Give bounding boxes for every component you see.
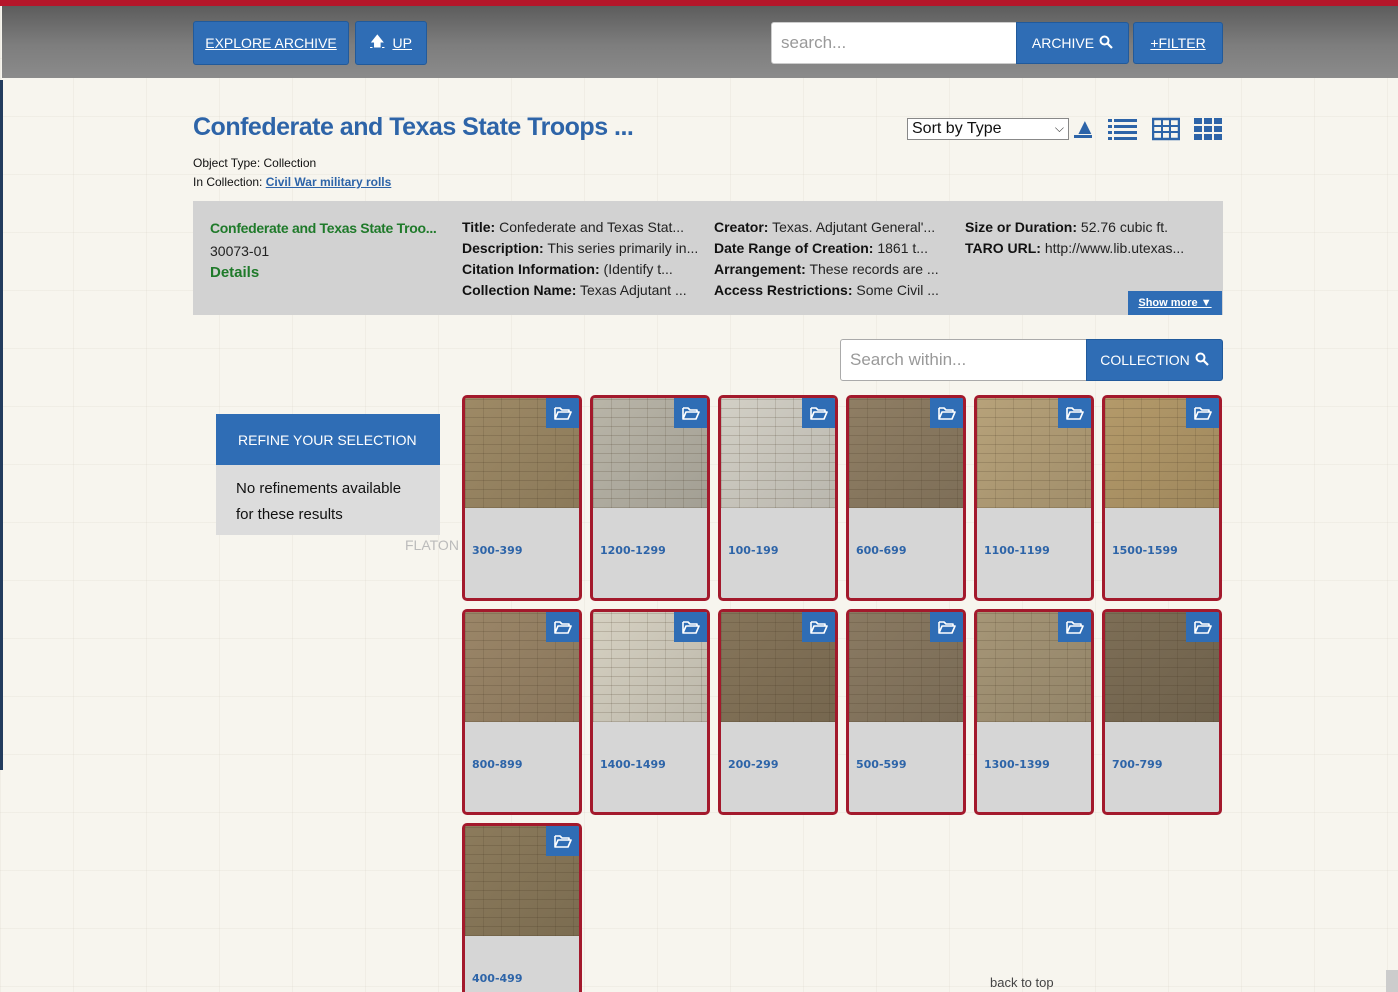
folder-open-icon[interactable] [674,612,707,642]
chevron-down-icon: ⌵ [1054,121,1064,135]
card-label[interactable]: 300-399 [472,544,523,557]
archive-search-button[interactable]: ARCHIVE [1016,22,1129,64]
result-card[interactable]: 400-499 [462,823,582,992]
result-card[interactable]: 600-699 [846,395,966,601]
folder-open-icon[interactable] [1186,612,1219,642]
explore-archive-button[interactable]: EXPLORE ARCHIVE [193,21,349,65]
info-field: Creator: Texas. Adjutant General'... [714,219,936,235]
info-field: Collection Name: Texas Adjutant ... [462,282,687,298]
refine-heading[interactable]: REFINE YOUR SELECTION [216,414,440,465]
details-link[interactable]: Details [210,264,259,281]
in-collection-label: In Collection: [193,175,263,189]
info-field: Access Restrictions: Some Civil ... [714,282,939,298]
folder-open-icon[interactable] [930,398,963,428]
result-card[interactable]: 1500-1599 [1102,395,1222,601]
folder-open-icon[interactable] [802,398,835,428]
search-icon [1099,35,1113,52]
list-view-icon[interactable] [1108,117,1138,141]
sort-select-value: Sort by Type [912,120,1002,137]
result-card[interactable]: 1400-1499 [590,609,710,815]
sort-ascending-icon[interactable]: ▲ [1074,116,1096,138]
card-label[interactable]: 500-599 [856,758,907,771]
refine-message: No refinements available for these resul… [236,480,402,523]
up-label: UP [392,35,412,51]
top-navbar: EXPLORE ARCHIVE 🡅 UP search... ARCHIVE +… [2,4,1398,78]
folder-open-icon[interactable] [674,398,707,428]
card-label[interactable]: 1400-1499 [600,758,666,771]
result-card[interactable]: 1100-1199 [974,395,1094,601]
result-card[interactable]: 1300-1399 [974,609,1094,815]
card-label[interactable]: 100-199 [728,544,779,557]
arrow-up-icon: 🡅 [370,33,385,49]
info-field: Size or Duration: 52.76 cubic ft. [965,219,1169,235]
folder-open-icon[interactable] [546,826,579,856]
show-more-button[interactable]: Show more ▼ [1128,291,1222,315]
card-label[interactable]: 800-899 [472,758,523,771]
folder-open-icon[interactable] [802,612,835,642]
search-icon [1195,352,1209,369]
info-title-link[interactable]: Confederate and Texas State Troo... [210,220,437,236]
card-label[interactable]: 1300-1399 [984,758,1050,771]
folder-open-icon[interactable] [930,612,963,642]
background-watermark: FLATON [405,537,459,553]
info-field: Title: Confederate and Texas Stat... [462,219,685,235]
search-input[interactable]: search... [771,22,1017,64]
in-collection-row: In Collection: Civil War military rolls [193,173,391,192]
folder-open-icon[interactable] [1058,612,1091,642]
info-id: 30073-01 [210,243,270,259]
card-label[interactable]: 1100-1199 [984,544,1050,557]
scroll-corner [1386,970,1398,992]
collection-search-button[interactable]: COLLECTION [1086,339,1223,381]
sort-select[interactable]: Sort by Type ⌵ [907,118,1069,140]
result-card[interactable]: 500-599 [846,609,966,815]
card-label[interactable]: 1200-1299 [600,544,666,557]
folder-open-icon[interactable] [1058,398,1091,428]
object-meta: Object Type: Collection In Collection: C… [193,154,391,192]
search-within-input[interactable]: Search within... [840,339,1087,381]
card-label[interactable]: 400-499 [472,972,523,985]
grid-view-icon[interactable] [1194,117,1224,141]
card-label[interactable]: 200-299 [728,758,779,771]
result-card[interactable]: 100-199 [718,395,838,601]
info-column-2: Creator: Texas. Adjutant General'... Dat… [714,217,939,301]
info-column-3: Size or Duration: 52.76 cubic ft. TARO U… [965,217,1184,259]
info-field: Date Range of Creation: 1861 t... [714,240,928,256]
folder-open-icon[interactable] [1186,398,1219,428]
card-label[interactable]: 1500-1599 [1112,544,1178,557]
info-field: TARO URL: http://www.lib.utexas... [965,240,1185,256]
result-card[interactable]: 1200-1299 [590,395,710,601]
result-card[interactable]: 800-899 [462,609,582,815]
collection-label: COLLECTION [1100,352,1190,368]
filter-button[interactable]: +FILTER [1133,22,1223,64]
up-button[interactable]: 🡅 UP [355,21,427,65]
result-card[interactable]: 300-399 [462,395,582,601]
top-red-strip [0,0,1398,6]
folder-open-icon[interactable] [546,398,579,428]
collection-link[interactable]: Civil War military rolls [266,175,392,189]
folder-open-icon[interactable] [546,612,579,642]
object-type-value: Collection [263,156,317,170]
card-label[interactable]: 600-699 [856,544,907,557]
info-field: Arrangement: These records are ... [714,261,939,277]
object-type-row: Object Type: Collection [193,154,391,173]
collection-info-panel: Confederate and Texas State Troo... 3007… [193,201,1223,315]
back-to-top-link[interactable]: back to top [990,975,1054,990]
info-field: Citation Information: (Identify t... [462,261,673,277]
info-column-1: Title: Confederate and Texas Stat... Des… [462,217,698,301]
refine-panel: REFINE YOUR SELECTION No refinements ava… [216,414,440,535]
result-card[interactable]: 700-799 [1102,609,1222,815]
object-type-label: Object Type: [193,156,261,170]
archive-label: ARCHIVE [1031,35,1095,51]
page-title: Confederate and Texas State Troops ... [193,113,634,141]
left-edge-bar [0,80,3,770]
result-card[interactable]: 200-299 [718,609,838,815]
table-view-icon[interactable] [1151,117,1182,141]
card-label[interactable]: 700-799 [1112,758,1163,771]
info-field: Description: This series primarily in... [462,240,699,256]
